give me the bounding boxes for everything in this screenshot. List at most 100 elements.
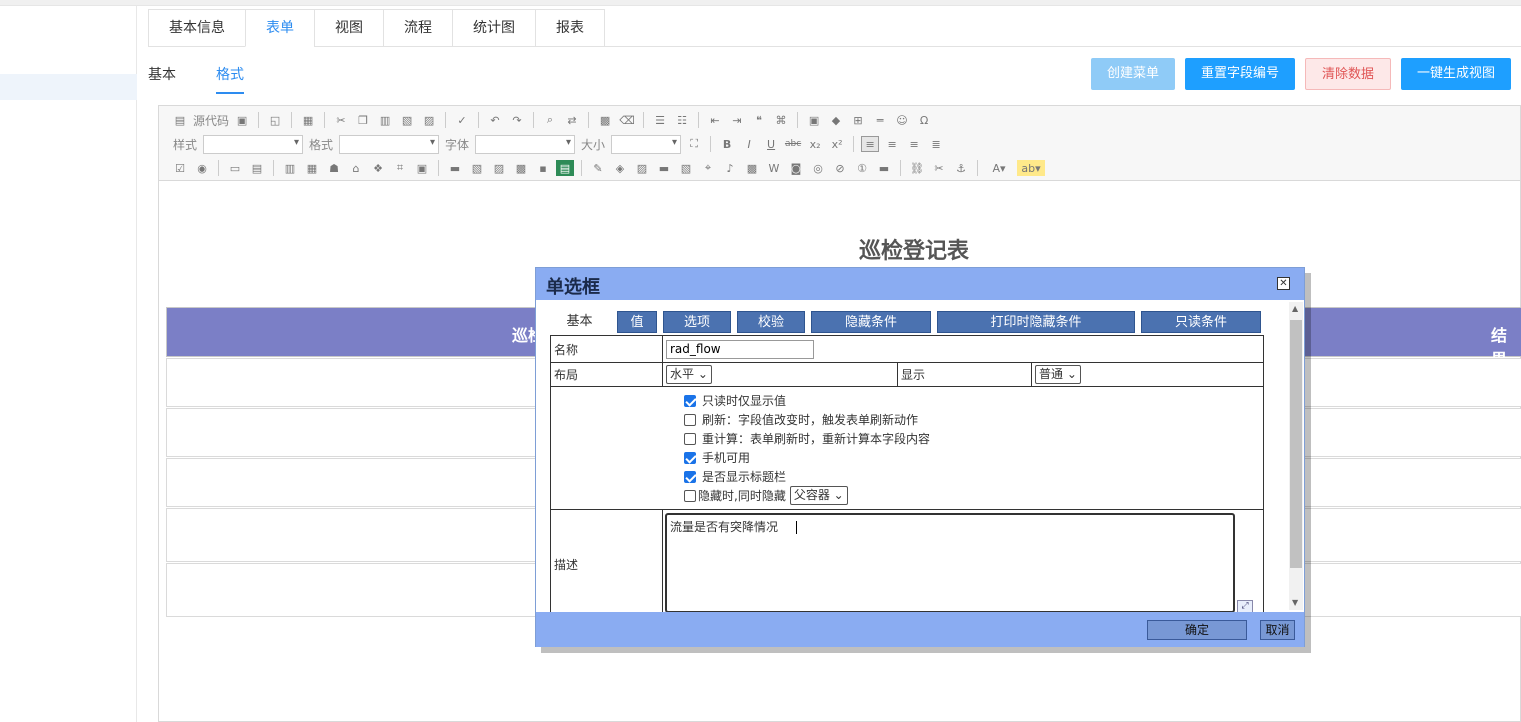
generate-view-button[interactable]: 一键生成视图 bbox=[1401, 58, 1512, 90]
bg-color-icon[interactable]: ab▾ bbox=[1017, 160, 1045, 176]
name-input[interactable] bbox=[666, 339, 814, 359]
checkbox[interactable] bbox=[684, 451, 696, 464]
button-field-icon[interactable]: ▣ bbox=[413, 160, 431, 176]
word-field-icon[interactable]: W bbox=[765, 160, 783, 176]
special-char-icon[interactable]: Ω bbox=[915, 112, 933, 128]
subtab-format[interactable]: 格式 bbox=[216, 62, 244, 94]
tab-view[interactable]: 视图 bbox=[314, 9, 383, 47]
option-mobile[interactable]: 手机可用 bbox=[684, 448, 1260, 467]
select-field-icon[interactable]: ▥ bbox=[281, 160, 299, 176]
indent-icon[interactable]: ⇥ bbox=[728, 112, 746, 128]
numbered-list-icon[interactable]: ☰ bbox=[651, 112, 669, 128]
anchor-icon[interactable]: ⚓ bbox=[952, 160, 970, 176]
user-field-icon[interactable]: ☗ bbox=[325, 160, 343, 176]
option-readonly-show-value[interactable]: 只读时仅显示值 bbox=[684, 391, 1260, 410]
option-hide-together[interactable]: 隐藏时,同时隐藏 父容器 ⌄ bbox=[684, 486, 1260, 505]
checkbox[interactable] bbox=[684, 470, 696, 483]
underline-button[interactable]: U bbox=[762, 136, 780, 152]
left-panel-selected-item[interactable] bbox=[0, 74, 137, 100]
link-icon[interactable]: ⛓ bbox=[908, 160, 926, 176]
paste-icon[interactable]: ▥ bbox=[376, 112, 394, 128]
bulleted-list-icon[interactable]: ☷ bbox=[673, 112, 691, 128]
flash-icon[interactable]: ◆ bbox=[827, 112, 845, 128]
map-field-icon[interactable]: ⌖ bbox=[699, 160, 717, 176]
counter-field-icon[interactable]: ① bbox=[853, 160, 871, 176]
qrcode-field-icon[interactable]: ▩ bbox=[743, 160, 761, 176]
scroll-thumb[interactable] bbox=[1290, 320, 1302, 568]
source-code-label[interactable]: 源代码 bbox=[193, 112, 229, 129]
close-icon[interactable]: ✕ bbox=[1277, 277, 1290, 290]
image-icon[interactable]: ▣ bbox=[805, 112, 823, 128]
color-wheel-icon[interactable]: ◎ bbox=[809, 160, 827, 176]
tab-flow[interactable]: 流程 bbox=[383, 9, 452, 47]
tab-form[interactable]: 表单 bbox=[245, 9, 314, 47]
tab-basic-info[interactable]: 基本信息 bbox=[148, 9, 245, 47]
view-field-icon[interactable]: ▪ bbox=[534, 160, 552, 176]
dialog-scrollbar[interactable]: ▲ ▼ bbox=[1289, 302, 1303, 610]
cancel-button[interactable]: 取消 bbox=[1260, 620, 1295, 640]
blockquote-icon[interactable]: ❝ bbox=[750, 112, 768, 128]
layout-select[interactable]: 水平 ⌄ bbox=[666, 365, 712, 384]
select-all-icon[interactable]: ▩ bbox=[596, 112, 614, 128]
calc-field-icon[interactable]: ⌗ bbox=[391, 160, 409, 176]
style-combo[interactable] bbox=[203, 134, 304, 154]
checkbox-field-icon[interactable]: ☑ bbox=[171, 160, 189, 176]
bold-button[interactable]: B bbox=[718, 136, 736, 152]
italic-button[interactable]: I bbox=[740, 136, 758, 152]
line-field-icon[interactable]: ▬ bbox=[875, 160, 893, 176]
remove-format-icon[interactable]: ⌫ bbox=[618, 112, 636, 128]
dialog-tab-readonly-condition[interactable]: 只读条件 bbox=[1141, 311, 1261, 333]
align-right-icon[interactable]: ≡ bbox=[905, 136, 923, 152]
unlink-icon[interactable]: ✂ bbox=[930, 160, 948, 176]
undo-icon[interactable]: ↶ bbox=[486, 112, 504, 128]
format-combo[interactable] bbox=[339, 134, 440, 154]
dialog-tab-print-hide-condition[interactable]: 打印时隐藏条件 bbox=[937, 311, 1135, 333]
text-color-icon[interactable]: A▾ bbox=[985, 160, 1013, 176]
clear-data-button[interactable]: 清除数据 bbox=[1305, 58, 1392, 90]
checkbox[interactable] bbox=[684, 394, 696, 407]
expand-editor-icon[interactable]: ⤢ bbox=[1237, 600, 1253, 612]
paste-word-icon[interactable]: ▨ bbox=[420, 112, 438, 128]
preview-icon[interactable]: ◱ bbox=[266, 112, 284, 128]
checkbox[interactable] bbox=[684, 489, 696, 502]
paste-text-icon[interactable]: ▧ bbox=[398, 112, 416, 128]
option-show-titlebar[interactable]: 是否显示标题栏 bbox=[684, 467, 1260, 486]
checkbox[interactable] bbox=[684, 432, 696, 445]
find-icon[interactable]: ⌕ bbox=[541, 112, 559, 128]
justify-icon[interactable]: ≣ bbox=[927, 136, 945, 152]
tab-field-icon[interactable]: ▨ bbox=[490, 160, 508, 176]
subtab-basic[interactable]: 基本 bbox=[148, 62, 176, 94]
tree-field-icon[interactable]: ❖ bbox=[369, 160, 387, 176]
subscript-button[interactable]: x₂ bbox=[806, 136, 824, 152]
cut-icon[interactable]: ✂ bbox=[332, 112, 350, 128]
table-icon[interactable]: ⊞ bbox=[849, 112, 867, 128]
scroll-down-icon[interactable]: ▼ bbox=[1292, 598, 1298, 607]
dialog-header[interactable]: 单选框 ✕ bbox=[536, 268, 1304, 300]
source-code-icon[interactable]: ▤ bbox=[171, 112, 189, 128]
stop-icon[interactable]: ⊘ bbox=[831, 160, 849, 176]
date-field-icon[interactable]: ▦ bbox=[303, 160, 321, 176]
dialog-tab-validation[interactable]: 校验 bbox=[737, 311, 805, 333]
template-icon[interactable]: ▦ bbox=[299, 112, 317, 128]
font-combo[interactable] bbox=[475, 134, 576, 154]
subform-icon[interactable]: ▧ bbox=[468, 160, 486, 176]
scroll-up-icon[interactable]: ▲ bbox=[1292, 304, 1298, 313]
align-left-icon[interactable]: ≡ bbox=[861, 136, 880, 152]
display-select[interactable]: 普通 ⌄ bbox=[1035, 365, 1081, 384]
radio-field-icon[interactable]: ◉ bbox=[193, 160, 211, 176]
cube-icon[interactable]: ◈ bbox=[611, 160, 629, 176]
copy-icon[interactable]: ❐ bbox=[354, 112, 372, 128]
include-icon[interactable]: ▩ bbox=[512, 160, 530, 176]
checkbox[interactable] bbox=[684, 413, 696, 426]
hidden-field-icon[interactable]: ▬ bbox=[446, 160, 464, 176]
dialog-tab-hide-condition[interactable]: 隐藏条件 bbox=[811, 311, 931, 333]
dept-field-icon[interactable]: ⌂ bbox=[347, 160, 365, 176]
redo-icon[interactable]: ↷ bbox=[508, 112, 526, 128]
horizontal-rule-icon[interactable]: ═ bbox=[871, 112, 889, 128]
folder-field-icon[interactable]: ▬ bbox=[655, 160, 673, 176]
option-refresh[interactable]: 刷新：字段值改变时，触发表单刷新动作 bbox=[684, 410, 1260, 429]
reset-field-numbers-button[interactable]: 重置字段编号 bbox=[1185, 58, 1296, 90]
hide-target-select[interactable]: 父容器 ⌄ bbox=[789, 486, 848, 505]
dialog-tab-value[interactable]: 值 bbox=[617, 311, 657, 333]
text-field-icon[interactable]: ▭ bbox=[226, 160, 244, 176]
